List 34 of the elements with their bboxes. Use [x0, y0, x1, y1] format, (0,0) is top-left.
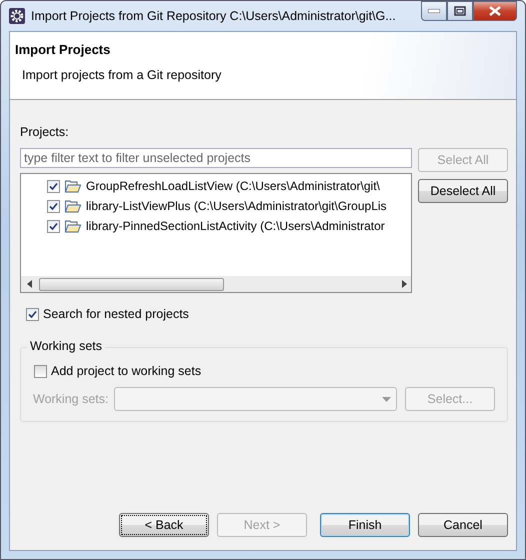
folder-icon: [65, 220, 81, 232]
maximize-button[interactable]: [447, 1, 473, 21]
close-button[interactable]: [473, 1, 517, 21]
dialog-button[interactable]: Cancel: [418, 513, 508, 537]
window-title: Import Projects from Git Repository C:\Users\Administrator\git\G...: [31, 9, 397, 23]
checkbox[interactable]: [47, 200, 60, 212]
close-icon: [489, 6, 501, 16]
page-title: Import Projects: [15, 42, 112, 57]
minimize-icon: [428, 9, 440, 13]
project-name[interactable]: GroupRefreshLoadListView (C:\Users\Administrator\git\: [86, 179, 380, 193]
checkbox-label: Add project to working sets: [51, 364, 202, 378]
checkbox[interactable]: [47, 180, 60, 192]
folder-icon: [65, 200, 81, 212]
checkbox-label: Search for nested projects: [43, 307, 189, 321]
page-description: Import projects from a Git repository: [21, 68, 222, 82]
project-name[interactable]: library-PinnedSectionListActivity (C:\Users\Administrator: [86, 219, 385, 233]
gear-icon: [9, 8, 25, 24]
dropdown-arrow-icon: [382, 396, 391, 402]
maximize-icon: [454, 6, 466, 16]
field-label: Working sets:: [33, 392, 108, 406]
right-arrow-icon: [401, 280, 407, 288]
group-title: Working sets: [27, 339, 106, 353]
left-arrow-icon: [27, 280, 33, 288]
projects-label: Projects:: [20, 125, 70, 139]
dialog-button[interactable]: Finish: [320, 513, 410, 537]
checkbox[interactable]: [26, 308, 39, 320]
dialog-button[interactable]: < Back: [119, 513, 209, 537]
checkbox[interactable]: [47, 220, 60, 232]
project-name[interactable]: library-ListViewPlus (C:\Users\Administrator\git\GroupLis: [86, 199, 387, 213]
minimize-button[interactable]: [421, 1, 447, 21]
filter-field[interactable]: type filter text to filter unselected projects: [20, 148, 412, 168]
list-button[interactable]: Deselect All: [418, 179, 508, 203]
folder-icon: [65, 180, 81, 192]
horizontal-scrollbar[interactable]: [21, 276, 411, 292]
